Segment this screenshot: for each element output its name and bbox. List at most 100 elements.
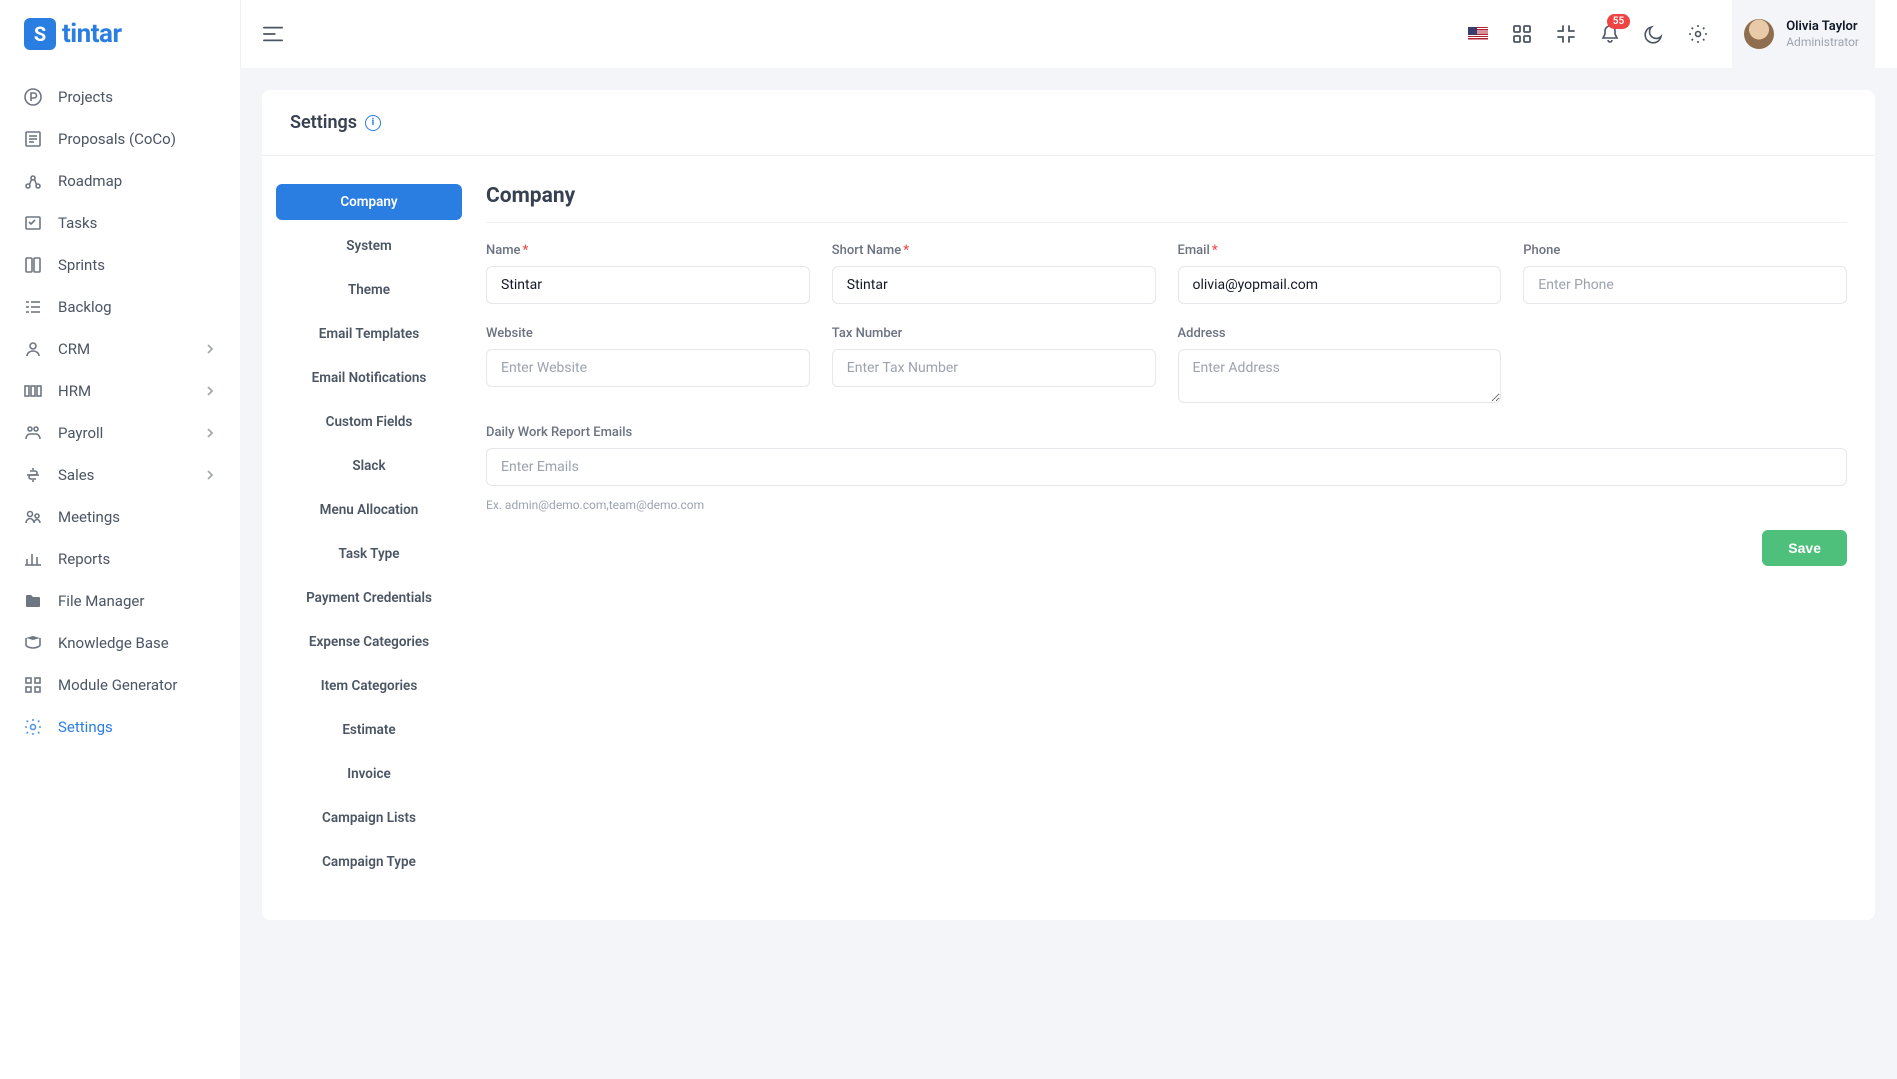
sales-icon bbox=[24, 466, 42, 484]
menu-toggle-button[interactable] bbox=[263, 24, 283, 44]
sidebar-item-label: Settings bbox=[58, 718, 113, 736]
field-email: Email* bbox=[1178, 243, 1502, 304]
sidebar-item-module-generator[interactable]: Module Generator bbox=[0, 664, 240, 706]
tab-custom-fields[interactable]: Custom Fields bbox=[276, 404, 462, 440]
sidebar-item-meetings[interactable]: Meetings bbox=[0, 496, 240, 538]
sidebar-item-label: Backlog bbox=[58, 298, 112, 316]
tab-task-type[interactable]: Task Type bbox=[276, 536, 462, 572]
sidebar: S tintar Projects Proposals (CoCo) Roadmap… bbox=[0, 0, 240, 1079]
sidebar-item-label: HRM bbox=[58, 382, 91, 400]
sidebar-item-label: Meetings bbox=[58, 508, 120, 526]
tab-campaign-lists[interactable]: Campaign Lists bbox=[276, 800, 462, 836]
label-email: Email* bbox=[1178, 243, 1502, 258]
settings-card: Settings i Company System Theme Email Templ… bbox=[262, 90, 1875, 920]
input-website[interactable] bbox=[486, 349, 810, 387]
sidebar-item-label: Sales bbox=[58, 466, 94, 484]
sidebar-item-roadmap[interactable]: Roadmap bbox=[0, 160, 240, 202]
label-website: Website bbox=[486, 326, 810, 341]
info-icon[interactable]: i bbox=[365, 115, 381, 131]
sidebar-item-label: Projects bbox=[58, 88, 113, 106]
tab-email-notifications[interactable]: Email Notifications bbox=[276, 360, 462, 396]
chevron-right-icon bbox=[204, 343, 216, 355]
sidebar-item-hrm[interactable]: HRM bbox=[0, 370, 240, 412]
input-phone[interactable] bbox=[1523, 266, 1847, 304]
tab-company[interactable]: Company bbox=[276, 184, 462, 220]
save-button[interactable]: Save bbox=[1762, 530, 1847, 566]
sidebar-item-label: Payroll bbox=[58, 424, 103, 442]
fullscreen-exit-button[interactable] bbox=[1556, 24, 1576, 44]
label-tax-number: Tax Number bbox=[832, 326, 1156, 341]
field-phone: Phone bbox=[1523, 243, 1847, 304]
backlog-icon bbox=[24, 298, 42, 316]
settings-gear-button[interactable] bbox=[1688, 24, 1708, 44]
chevron-right-icon bbox=[204, 427, 216, 439]
tab-expense-categories[interactable]: Expense Categories bbox=[276, 624, 462, 660]
meetings-icon bbox=[24, 508, 42, 526]
sidebar-item-settings[interactable]: Settings bbox=[0, 706, 240, 748]
apps-grid-button[interactable] bbox=[1512, 24, 1532, 44]
kb-icon bbox=[24, 634, 42, 652]
tab-slack[interactable]: Slack bbox=[276, 448, 462, 484]
form-area: Company Name* Short Name* Ema bbox=[486, 184, 1847, 880]
sidebar-item-knowledge-base[interactable]: Knowledge Base bbox=[0, 622, 240, 664]
user-role: Administrator bbox=[1786, 35, 1859, 49]
sidebar-item-backlog[interactable]: Backlog bbox=[0, 286, 240, 328]
proposal-icon bbox=[24, 130, 42, 148]
page-title: Settings bbox=[290, 112, 357, 133]
sidebar-item-label: File Manager bbox=[58, 592, 144, 610]
brand-logo[interactable]: S tintar bbox=[0, 18, 240, 76]
sidebar-item-reports[interactable]: Reports bbox=[0, 538, 240, 580]
logo-mark-icon: S bbox=[24, 18, 56, 50]
sidebar-item-proposals-coco-[interactable]: Proposals (CoCo) bbox=[0, 118, 240, 160]
tab-email-templates[interactable]: Email Templates bbox=[276, 316, 462, 352]
field-spacer bbox=[1523, 326, 1847, 403]
input-address[interactable] bbox=[1178, 349, 1502, 403]
label-name: Name* bbox=[486, 243, 810, 258]
sidebar-item-label: CRM bbox=[58, 340, 90, 358]
user-meta: Olivia Taylor Administrator bbox=[1786, 19, 1859, 49]
input-name[interactable] bbox=[486, 266, 810, 304]
user-menu[interactable]: Olivia Taylor Administrator bbox=[1732, 0, 1875, 68]
language-flag-button[interactable] bbox=[1468, 24, 1488, 44]
main-area: 55 Olivia Taylor Administrator bbox=[240, 0, 1897, 1079]
tab-menu-allocation[interactable]: Menu Allocation bbox=[276, 492, 462, 528]
input-tax-number[interactable] bbox=[832, 349, 1156, 387]
sidebar-item-payroll[interactable]: Payroll bbox=[0, 412, 240, 454]
field-name: Name* bbox=[486, 243, 810, 304]
notifications-button[interactable]: 55 bbox=[1600, 24, 1620, 44]
field-address: Address bbox=[1178, 326, 1502, 403]
dark-mode-toggle[interactable] bbox=[1644, 24, 1664, 44]
sidebar-item-projects[interactable]: Projects bbox=[0, 76, 240, 118]
input-daily-emails[interactable] bbox=[486, 448, 1847, 486]
field-daily-emails: Daily Work Report Emails Ex. admin@demo.… bbox=[486, 425, 1847, 512]
sidebar-item-tasks[interactable]: Tasks bbox=[0, 202, 240, 244]
settings-tabs: Company System Theme Email Templates Email N… bbox=[276, 184, 462, 880]
input-short-name[interactable] bbox=[832, 266, 1156, 304]
tab-invoice[interactable]: Invoice bbox=[276, 756, 462, 792]
field-tax-number: Tax Number bbox=[832, 326, 1156, 403]
tab-estimate[interactable]: Estimate bbox=[276, 712, 462, 748]
sidebar-item-sprints[interactable]: Sprints bbox=[0, 244, 240, 286]
content: Settings i Company System Theme Email Templ… bbox=[240, 68, 1897, 942]
sidebar-item-label: Sprints bbox=[58, 256, 105, 274]
tab-payment-credentials[interactable]: Payment Credentials bbox=[276, 580, 462, 616]
card-header: Settings i bbox=[262, 90, 1875, 156]
sidebar-item-label: Module Generator bbox=[58, 676, 177, 694]
chevron-right-icon bbox=[204, 385, 216, 397]
chevron-right-icon bbox=[204, 469, 216, 481]
sidebar-item-label: Proposals (CoCo) bbox=[58, 130, 176, 148]
input-email[interactable] bbox=[1178, 266, 1502, 304]
tab-campaign-type[interactable]: Campaign Type bbox=[276, 844, 462, 880]
sidebar-item-file-manager[interactable]: File Manager bbox=[0, 580, 240, 622]
settings-icon bbox=[24, 718, 42, 736]
tab-theme[interactable]: Theme bbox=[276, 272, 462, 308]
tab-system[interactable]: System bbox=[276, 228, 462, 264]
sidebar-item-crm[interactable]: CRM bbox=[0, 328, 240, 370]
section-title: Company bbox=[486, 184, 1847, 223]
sidebar-item-label: Roadmap bbox=[58, 172, 122, 190]
brand-name: tintar bbox=[62, 19, 122, 49]
roadmap-icon bbox=[24, 172, 42, 190]
sidebar-item-sales[interactable]: Sales bbox=[0, 454, 240, 496]
user-avatar-icon bbox=[1744, 19, 1774, 49]
tab-item-categories[interactable]: Item Categories bbox=[276, 668, 462, 704]
